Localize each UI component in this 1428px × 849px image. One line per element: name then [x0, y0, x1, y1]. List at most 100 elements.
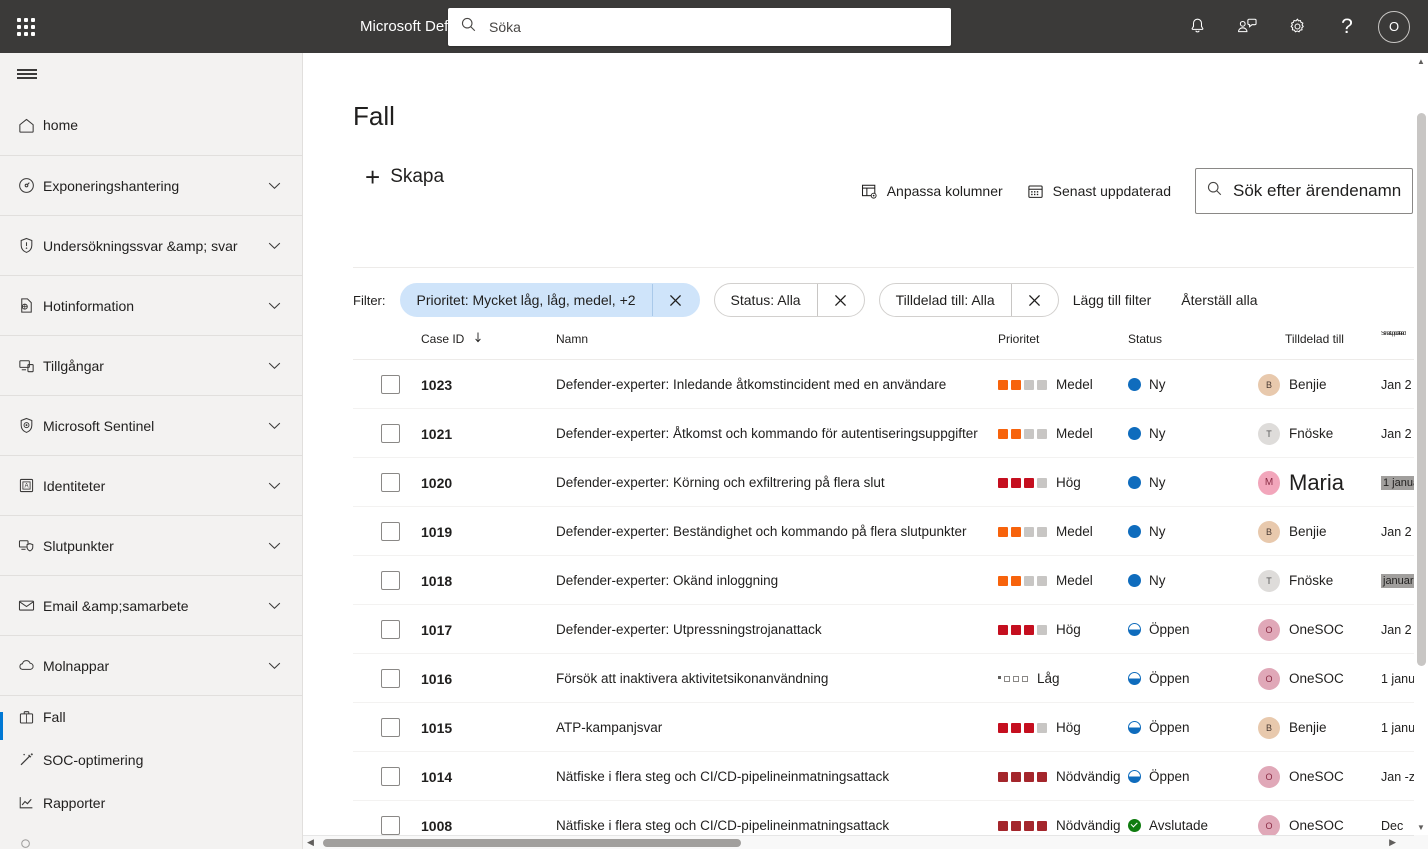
cell-status: Ny	[1128, 360, 1166, 409]
cell-case-id: 1023	[421, 376, 453, 393]
user-avatar[interactable]: O	[1378, 10, 1410, 43]
table-row[interactable]: 1021 Defender-experter: Åtkomst och komm…	[353, 409, 1428, 458]
row-checkbox[interactable]	[381, 424, 400, 443]
sidebar-item-label: Rapporter	[43, 794, 106, 811]
row-checkbox[interactable]	[381, 669, 400, 688]
cell-priority: Medel	[998, 507, 1093, 556]
filter-pill-label: Prioritet: Mycket låg, låg, medel, +2	[416, 292, 636, 308]
add-filter-button[interactable]: Lägg till filter	[1073, 292, 1152, 308]
sidebar-item-molnappar[interactable]: Molnappar	[0, 635, 302, 695]
horizontal-scrollbar[interactable]: ◀ ▶	[303, 835, 1414, 849]
filter-pill-tilldelad-till[interactable]: Tilldelad till: Alla	[878, 283, 1059, 317]
priority-label: Hög	[1056, 622, 1081, 637]
chevron-down-icon[interactable]	[268, 177, 281, 195]
case-name-search-input[interactable]: Sök efter ärendenamn	[1195, 168, 1413, 214]
top-bar-actions: ? O	[1172, 0, 1428, 53]
sidebar-item-slutpunkter[interactable]: Slutpunkter	[0, 515, 302, 575]
avatar: O	[1258, 667, 1280, 690]
app-launcher-button[interactable]	[0, 0, 52, 53]
sidebar-item-soc-optimering[interactable]: SOC-optimering	[0, 738, 302, 781]
sidebar-item-rapporter[interactable]: Rapporter	[0, 781, 302, 824]
vertical-scrollbar[interactable]: ▲ ▼	[1414, 53, 1428, 849]
sidebar-item-microsoft-sentinel[interactable]: Microsoft Sentinel	[0, 395, 302, 455]
chevron-down-icon[interactable]	[268, 657, 281, 675]
column-header-tilldelad-till[interactable]: Tilldelad till	[1285, 332, 1344, 346]
row-checkbox[interactable]	[381, 718, 400, 737]
sidebar-item-identiteter[interactable]: A Identiteter	[0, 455, 302, 515]
chevron-down-icon[interactable]	[268, 417, 281, 435]
column-header-prioritet[interactable]: Prioritet	[998, 332, 1039, 346]
table-row[interactable]: 1016 Försök att inaktivera aktivitetsiko…	[353, 654, 1428, 703]
chevron-down-icon[interactable]	[268, 537, 281, 555]
vertical-scrollbar-thumb[interactable]	[1417, 113, 1426, 666]
avatar: B	[1258, 373, 1280, 396]
help-question-icon[interactable]: ?	[1322, 0, 1372, 53]
status-new-icon	[1128, 574, 1141, 587]
chevron-down-icon[interactable]	[268, 357, 281, 375]
sidebar-item-exponeringshantering[interactable]: Exponeringshantering	[0, 155, 302, 215]
priority-blocks	[998, 477, 1047, 488]
nav-collapse-button[interactable]	[0, 53, 302, 95]
scroll-left-arrow[interactable]: ◀	[307, 837, 314, 848]
close-icon[interactable]	[1012, 284, 1058, 316]
scroll-down-arrow[interactable]: ▼	[1415, 821, 1427, 833]
column-header-case-id[interactable]: Case ID	[421, 332, 482, 346]
chevron-down-icon[interactable]	[268, 597, 281, 615]
priority-label: Medel	[1056, 524, 1093, 539]
row-checkbox[interactable]	[381, 620, 400, 639]
chevron-down-icon[interactable]	[268, 297, 281, 315]
feedback-icon[interactable]	[1222, 0, 1272, 53]
priority-label: Nödvändig	[1056, 769, 1121, 784]
filter-pill-prioritet[interactable]: Prioritet: Mycket låg, låg, medel, +2	[399, 283, 700, 317]
horizontal-scrollbar-thumb[interactable]	[323, 839, 741, 847]
table-row[interactable]: 1017 Defender-experter: Utpressningstroj…	[353, 605, 1428, 654]
filter-pill-status[interactable]: Status: Alla	[713, 283, 865, 317]
row-checkbox[interactable]	[381, 522, 400, 541]
sidebar-item-hotinformation[interactable]: Hotinformation	[0, 275, 302, 335]
table-row[interactable]: 1023 Defender-experter: Inledande åtkoms…	[353, 360, 1428, 409]
sidebar-item-email-samarbete[interactable]: Email &amp;samarbete	[0, 575, 302, 635]
close-icon[interactable]	[653, 284, 699, 316]
last-updated-button[interactable]: Senast uppdaterad	[1027, 183, 1171, 200]
sidebar-item-tillgangar[interactable]: Tillgångar	[0, 335, 302, 395]
table-row[interactable]: 1020 Defender-experter: Körning och exfi…	[353, 458, 1428, 507]
table-row[interactable]: 1015 ATP-kampanjsvar Hög Öppen B Benjie …	[353, 703, 1428, 752]
row-checkbox[interactable]	[381, 375, 400, 394]
global-search-box[interactable]: Söka	[448, 8, 951, 46]
reset-all-button[interactable]: Återställ alla	[1181, 292, 1257, 308]
assigned-name: OneSOC	[1289, 622, 1344, 637]
column-header-status[interactable]: Status	[1128, 332, 1162, 346]
scroll-up-arrow[interactable]: ▲	[1415, 55, 1427, 67]
sidebar-item-label: Tillgångar	[43, 357, 104, 374]
priority-label: Låg	[1037, 671, 1060, 686]
row-checkbox[interactable]	[381, 571, 400, 590]
close-icon[interactable]	[818, 284, 864, 316]
scroll-right-arrow[interactable]: ▶	[1389, 837, 1396, 848]
chevron-down-icon[interactable]	[268, 237, 281, 255]
sidebar-item-label: Email &amp;samarbete	[43, 597, 189, 614]
cell-priority: Medel	[998, 556, 1093, 605]
cell-name: Defender-experter: Inledande åtkomstinci…	[556, 377, 947, 392]
notifications-bell-icon[interactable]	[1172, 0, 1222, 53]
global-search-placeholder: Söka	[489, 19, 521, 35]
assigned-name: OneSOC	[1289, 769, 1344, 784]
sidebar-item-undersokningssvar[interactable]: Undersökningssvar &amp; svar	[0, 215, 302, 275]
table-row[interactable]: 1018 Defender-experter: Okänd inloggning…	[353, 556, 1428, 605]
sidebar-item-fall[interactable]: Fall	[0, 695, 302, 740]
customize-columns-button[interactable]: Anpassa kolumner	[861, 183, 1003, 200]
sidebar-item-home[interactable]: home	[0, 95, 302, 155]
table-row[interactable]: 1014 Nätfiske i flera steg och CI/CD-pip…	[353, 752, 1428, 801]
sidebar-item-truncated[interactable]	[0, 824, 302, 849]
row-checkbox[interactable]	[381, 767, 400, 786]
avatar: T	[1258, 569, 1280, 592]
cell-name: Defender-experter: Beständighet och komm…	[556, 524, 967, 539]
column-header-namn[interactable]: Namn	[556, 332, 588, 346]
table-row[interactable]: 1019 Defender-experter: Beständighet och…	[353, 507, 1428, 556]
row-checkbox[interactable]	[381, 473, 400, 492]
row-checkbox[interactable]	[381, 816, 400, 835]
create-case-button[interactable]: + Skapa	[365, 164, 444, 190]
settings-gear-icon[interactable]	[1272, 0, 1322, 53]
table-header-row: Case ID Namn Prioritet Status Tilldelad …	[353, 325, 1428, 353]
chevron-down-icon[interactable]	[268, 477, 281, 495]
sidebar-item-label: Molnappar	[43, 657, 110, 674]
